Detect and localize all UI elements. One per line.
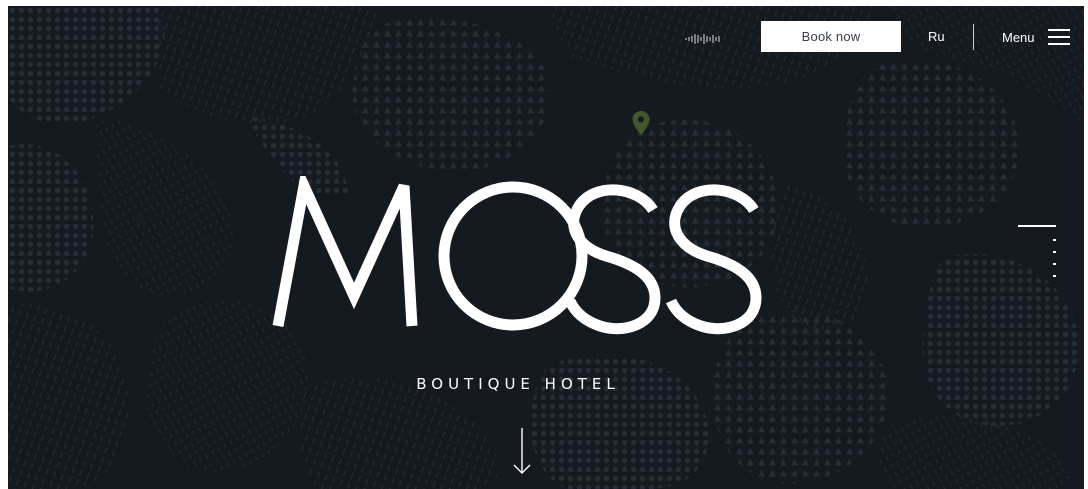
- menu-button[interactable]: Menu: [1002, 24, 1070, 50]
- subtitle: BOUTIQUE HOTEL: [416, 375, 620, 393]
- book-now-button[interactable]: Book now: [761, 21, 901, 52]
- pager-active-indicator[interactable]: [1018, 225, 1056, 227]
- slide-pager: [1018, 222, 1058, 282]
- pager-dot[interactable]: [1053, 263, 1056, 265]
- sound-wave-icon[interactable]: [684, 32, 724, 46]
- hero-section: Book now Ru Menu BOUTIQUE HOTEL: [8, 6, 1084, 489]
- moss-logo: [272, 176, 762, 335]
- pager-dot[interactable]: [1053, 275, 1056, 277]
- language-switch-button[interactable]: Ru: [928, 29, 945, 44]
- hamburger-icon: [1047, 28, 1070, 46]
- location-pin-icon[interactable]: [631, 110, 651, 136]
- header-divider: [973, 24, 974, 50]
- menu-label: Menu: [1002, 29, 1035, 45]
- arrow-down-icon[interactable]: [510, 426, 534, 476]
- pager-dot[interactable]: [1053, 251, 1056, 253]
- pager-dot[interactable]: [1053, 239, 1056, 241]
